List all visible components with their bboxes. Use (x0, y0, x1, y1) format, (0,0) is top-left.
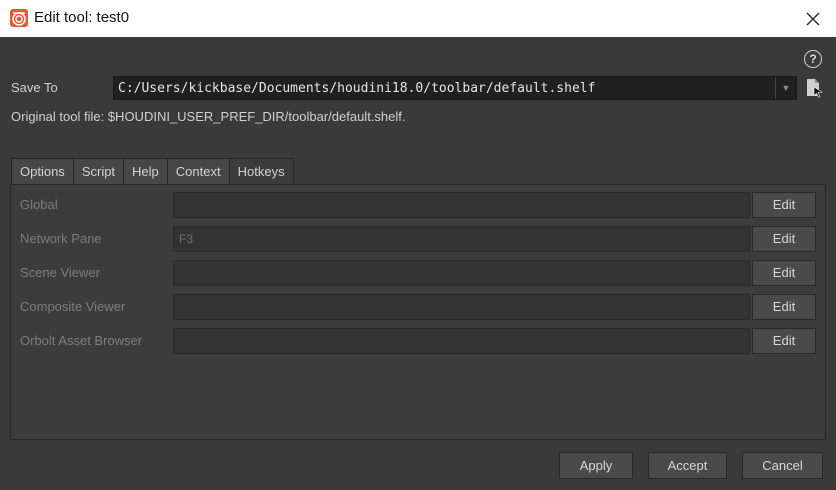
houdini-logo-icon (10, 9, 28, 27)
tab-hotkeys[interactable]: Hotkeys (228, 158, 294, 185)
window-title: Edit tool: test0 (34, 9, 130, 26)
original-tool-file-text: Original tool file: $HOUDINI_USER_PREF_D… (11, 109, 406, 124)
tab-script[interactable]: Script (72, 158, 125, 184)
hotkey-field[interactable] (173, 294, 750, 320)
hotkey-field[interactable] (173, 328, 750, 354)
tab-bar: Options Script Help Context Hotkeys (11, 158, 294, 185)
tab-options[interactable]: Options (11, 158, 74, 184)
edit-button[interactable]: Edit (752, 226, 816, 252)
apply-button[interactable]: Apply (559, 452, 633, 479)
save-to-field[interactable]: ▼ (113, 76, 797, 100)
hotkey-field[interactable]: F3 (173, 226, 750, 252)
edit-button[interactable]: Edit (752, 192, 816, 218)
hotkey-label: Network Pane (20, 231, 102, 246)
hotkey-row-composite-viewer: Composite Viewer Edit (11, 293, 825, 321)
file-chooser-icon[interactable] (805, 78, 823, 98)
hotkeys-panel: Global Edit Network Pane F3 Edit Scene V… (10, 184, 826, 440)
hotkey-field[interactable] (173, 192, 750, 218)
help-icon[interactable]: ? (804, 50, 822, 68)
hotkey-label: Global (20, 197, 58, 212)
hotkey-label: Composite Viewer (20, 299, 126, 314)
hotkey-row-global: Global Edit (11, 191, 825, 219)
dropdown-arrow-icon[interactable]: ▼ (775, 77, 796, 99)
close-icon[interactable] (790, 0, 836, 37)
title-bar: Edit tool: test0 (0, 0, 836, 37)
tab-help[interactable]: Help (123, 158, 168, 184)
hotkey-label: Orbolt Asset Browser (20, 333, 143, 348)
hotkey-row-network-pane: Network Pane F3 Edit (11, 225, 825, 253)
cancel-button[interactable]: Cancel (742, 452, 823, 479)
accept-button[interactable]: Accept (648, 452, 727, 479)
edit-button[interactable]: Edit (752, 260, 816, 286)
hotkey-field[interactable] (173, 260, 750, 286)
edit-button[interactable]: Edit (752, 328, 816, 354)
hotkey-row-orbolt-asset-browser: Orbolt Asset Browser Edit (11, 327, 825, 355)
hotkey-label: Scene Viewer (20, 265, 100, 280)
hotkey-row-scene-viewer: Scene Viewer Edit (11, 259, 825, 287)
edit-button[interactable]: Edit (752, 294, 816, 320)
save-to-input[interactable] (114, 77, 774, 99)
tab-context[interactable]: Context (166, 158, 230, 184)
save-to-label: Save To (11, 80, 58, 95)
